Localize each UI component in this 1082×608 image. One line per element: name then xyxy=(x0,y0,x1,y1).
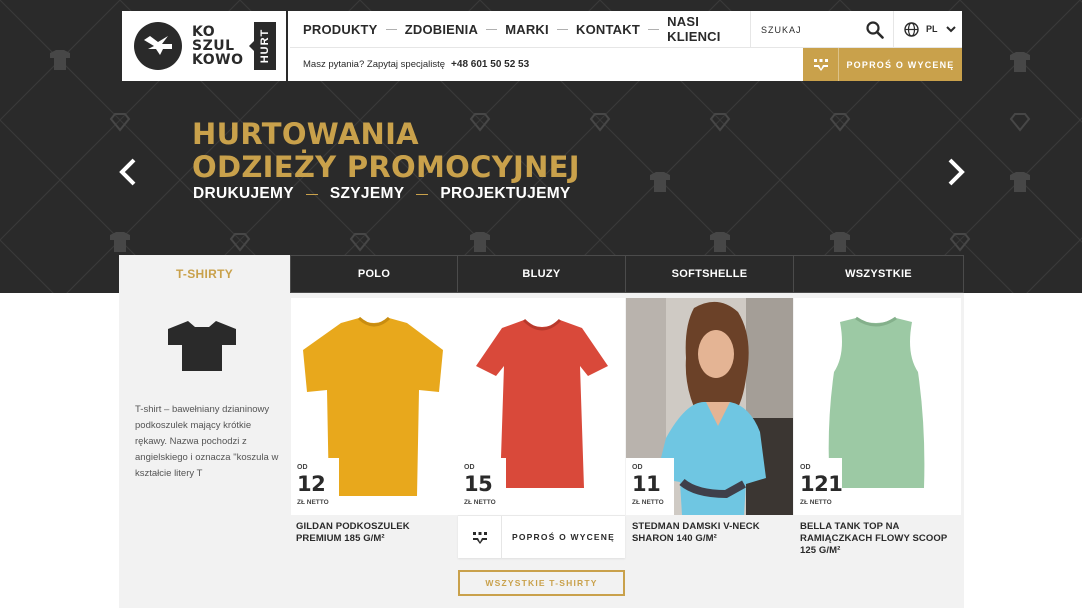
hero-title: HURTOWANIA ODZIEŻY PROMOCYJNEJ xyxy=(192,117,580,184)
category-tabs: T-SHIRTY POLO BLUZY SOFTSHELLE WSZYSTKIE xyxy=(119,255,964,293)
phone-number[interactable]: +48 601 50 52 53 xyxy=(451,59,529,70)
site-header: KO SZUL KOWO HURT PRODUKTY ZDOBIENIA MAR… xyxy=(122,11,962,81)
tab-t-shirty[interactable]: T-SHIRTY xyxy=(119,255,290,293)
tab-softshelle[interactable]: SOFTSHELLE xyxy=(626,255,794,293)
price-value: 12 xyxy=(297,472,326,496)
language-label: PL xyxy=(926,24,938,34)
nav-nasi-klienci[interactable]: NASI KLIENCI xyxy=(667,14,750,44)
request-quote-button[interactable]: POPROŚ O WYCENĘ xyxy=(803,48,962,81)
tshirt-icon xyxy=(168,321,236,371)
tab-polo[interactable]: POLO xyxy=(290,255,458,293)
product-title[interactable]: BELLA TANK TOP NA RAMIĄCZKACH FLOWY SCOO… xyxy=(800,521,960,557)
price-value: 15 xyxy=(464,472,493,496)
tab-bluzy[interactable]: BLUZY xyxy=(458,255,626,293)
product-card[interactable]: OD 11 ZŁ NETTO xyxy=(626,298,793,515)
contact-question: Masz pytania? Zapytaj specjalistę xyxy=(303,59,446,70)
quote-icon xyxy=(813,58,828,71)
price-value: 121 xyxy=(800,472,843,496)
nav-separator xyxy=(556,28,568,30)
product-quote-button[interactable]: POPROŚ O WYCENĘ xyxy=(458,515,625,559)
nav-produkty[interactable]: PRODUKTY xyxy=(303,22,378,37)
nav-separator xyxy=(486,28,498,30)
contact-row: Masz pytania? Zapytaj specjalistę +48 60… xyxy=(290,48,803,81)
nav-separator xyxy=(647,28,660,30)
nav-zdobienia[interactable]: ZDOBIENIA xyxy=(405,22,478,37)
quote-icon xyxy=(472,531,487,544)
chevron-down-icon xyxy=(945,25,956,32)
category-info: T-shirt – bawełniany dzianinowy podkoszu… xyxy=(119,293,290,608)
product-card[interactable]: OD 121 ZŁ NETTO xyxy=(794,298,961,515)
nav-separator xyxy=(385,28,397,30)
logo-icon xyxy=(134,22,182,70)
price-value: 11 xyxy=(632,472,661,496)
product-card[interactable]: OD 15 ZŁ NETTO xyxy=(458,298,625,515)
logo-text: KO SZUL KOWO xyxy=(192,24,244,68)
search-box xyxy=(750,11,893,48)
all-tshirts-button[interactable]: WSZYSTKIE T-SHIRTY xyxy=(458,570,625,596)
product-card[interactable]: OD 12 ZŁ NETTO xyxy=(291,298,458,515)
price-tag: OD 11 ZŁ NETTO xyxy=(626,458,674,515)
nav-kontakt[interactable]: KONTAKT xyxy=(576,22,640,37)
product-title[interactable]: STEDMAN DAMSKI V-NECK SHARON 140 G/M² xyxy=(632,521,792,545)
product-title[interactable]: GILDAN PODKOSZULEK PREMIUM 185 G/M² xyxy=(296,521,456,545)
main-nav: PRODUKTY ZDOBIENIA MARKI KONTAKT NASI KL… xyxy=(290,11,750,48)
category-description: T-shirt – bawełniany dzianinowy podkoszu… xyxy=(135,404,279,479)
price-tag: OD 12 ZŁ NETTO xyxy=(291,458,339,515)
slider-prev-icon[interactable] xyxy=(116,157,140,187)
nav-marki[interactable]: MARKI xyxy=(505,22,549,37)
product-quote-label: POPROŚ O WYCENĘ xyxy=(511,532,615,542)
logo[interactable]: KO SZUL KOWO HURT xyxy=(122,11,288,81)
search-icon[interactable] xyxy=(866,21,884,39)
slider-next-icon[interactable] xyxy=(944,157,968,187)
hurt-tag: HURT xyxy=(254,22,276,70)
hero-subtitle: DRUKUJEMY SZYJEMY PROJEKTUJEMY xyxy=(193,185,571,202)
price-tag: OD 15 ZŁ NETTO xyxy=(458,458,506,515)
language-selector[interactable]: PL xyxy=(893,11,962,48)
globe-icon xyxy=(904,21,919,37)
search-input[interactable] xyxy=(761,21,856,38)
request-quote-label: POPROŚ O WYCENĘ xyxy=(846,59,955,70)
price-tag: OD 121 ZŁ NETTO xyxy=(794,458,843,515)
tab-wszystkie[interactable]: WSZYSTKIE xyxy=(794,255,964,293)
